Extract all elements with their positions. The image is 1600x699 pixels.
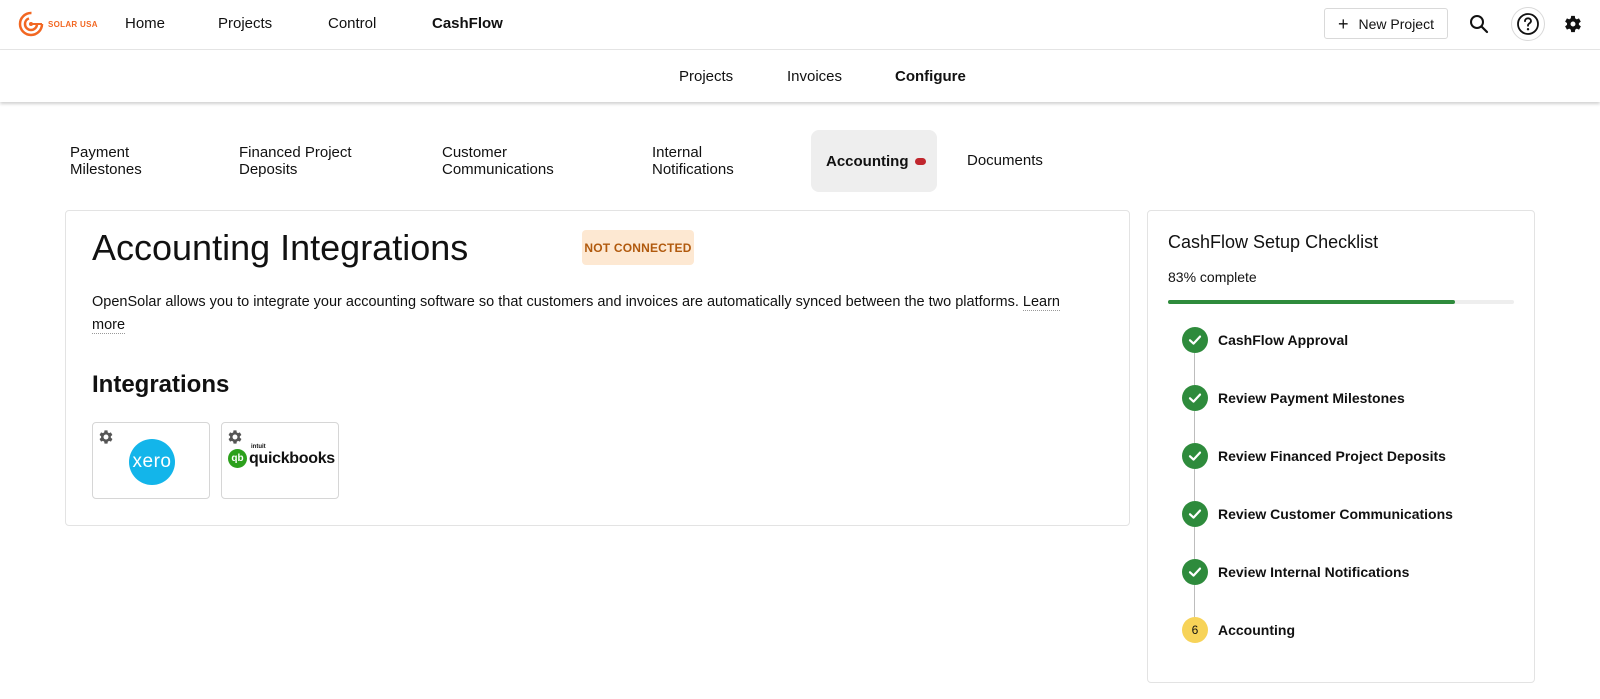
intuit-text: intuit — [251, 443, 266, 450]
tab-accounting[interactable]: Accounting — [811, 130, 937, 192]
tab-label-line1: Payment — [70, 144, 130, 161]
check-icon — [1182, 559, 1208, 585]
tab-documents[interactable]: Documents — [967, 152, 1043, 169]
quickbooks-wordmark: intuit quickbooks — [249, 444, 335, 468]
subnav-projects[interactable]: Projects — [679, 68, 733, 85]
check-icon — [1182, 327, 1208, 353]
settings-button[interactable] — [1559, 10, 1587, 38]
sub-navigation: Projects Invoices Configure — [0, 50, 1600, 102]
attention-dot — [914, 157, 926, 165]
logo-text: SOLAR USA — [48, 19, 98, 29]
tab-label-line1: Internal — [652, 144, 703, 161]
checklist-step[interactable]: Review Payment Milestones — [1182, 385, 1502, 411]
plus-icon: + — [1338, 13, 1349, 34]
top-navigation: SOLAR USA Home Projects Control CashFlow… — [0, 0, 1600, 50]
new-project-button[interactable]: + New Project — [1324, 8, 1448, 39]
step-label: Accounting — [1218, 622, 1295, 638]
tab-label-line2: Notifications — [652, 161, 734, 178]
step-label: Review Internal Notifications — [1218, 564, 1410, 580]
quickbooks-mark-icon: qb — [228, 449, 247, 468]
step-connector — [1194, 469, 1195, 501]
tab-label: Accounting — [826, 152, 909, 170]
check-icon — [1182, 501, 1208, 527]
checklist-step[interactable]: Review Financed Project Deposits — [1182, 443, 1502, 469]
search-button[interactable] — [1466, 11, 1492, 37]
gear-icon[interactable] — [97, 428, 115, 446]
progress-bar-fill — [1168, 300, 1456, 304]
xero-logo-text: xero — [132, 451, 172, 472]
quickbooks-logo: qb intuit quickbooks — [228, 444, 335, 468]
check-icon — [1182, 385, 1208, 411]
step-connector — [1194, 353, 1195, 385]
nav-projects[interactable]: Projects — [218, 15, 272, 32]
step-label: Review Financed Project Deposits — [1218, 448, 1446, 464]
step-connector — [1194, 585, 1195, 617]
setup-checklist-card: CashFlow Setup Checklist 83% complete Ca… — [1147, 210, 1535, 683]
step-connector — [1194, 527, 1195, 559]
nav-home[interactable]: Home — [125, 15, 165, 32]
step-number-badge: 6 — [1182, 617, 1208, 643]
checklist-title: CashFlow Setup Checklist — [1168, 232, 1379, 252]
tab-label-line1: Customer — [442, 144, 508, 161]
status-badge: NOT CONNECTED — [582, 230, 694, 265]
checklist-percent: 83% complete — [1168, 269, 1257, 285]
checklist-step[interactable]: 6 Accounting — [1182, 617, 1502, 643]
step-label: CashFlow Approval — [1218, 332, 1349, 348]
integrations-heading: Integrations — [92, 371, 230, 398]
tab-label-line1: Financed Project — [239, 144, 352, 161]
nav-control[interactable]: Control — [328, 15, 376, 32]
tab-internal-notifications[interactable]: Internal Notifications — [652, 144, 734, 178]
subnav-invoices[interactable]: Invoices — [787, 68, 842, 85]
new-project-label: New Project — [1358, 15, 1434, 32]
solar-logo-icon — [18, 11, 44, 37]
checklist-step[interactable]: Review Customer Communications — [1182, 501, 1502, 527]
nav-cashflow[interactable]: CashFlow — [432, 15, 503, 32]
tab-label-line2: Milestones — [70, 161, 142, 178]
tab-customer-communications[interactable]: Customer Communications — [442, 144, 554, 178]
step-connector — [1194, 411, 1195, 443]
subnav-configure[interactable]: Configure — [895, 68, 966, 85]
help-button[interactable] — [1511, 7, 1545, 41]
tab-label: Documents — [967, 152, 1043, 169]
check-icon — [1182, 443, 1208, 469]
xero-logo: xero — [129, 439, 175, 485]
tab-financed-project-deposits[interactable]: Financed Project Deposits — [239, 144, 352, 178]
description: OpenSolar allows you to integrate your a… — [92, 291, 1092, 337]
step-label: Review Customer Communications — [1218, 506, 1453, 522]
checklist-step[interactable]: Review Internal Notifications — [1182, 559, 1502, 585]
gear-icon[interactable] — [226, 428, 244, 446]
checklist-step[interactable]: CashFlow Approval — [1182, 327, 1502, 353]
help-icon — [1517, 13, 1539, 35]
integration-tile-quickbooks[interactable]: qb intuit quickbooks — [221, 422, 339, 499]
quickbooks-text: quickbooks — [249, 449, 335, 467]
brand-logo[interactable]: SOLAR USA — [18, 9, 98, 39]
page-title: Accounting Integrations — [92, 227, 469, 268]
integration-tile-xero[interactable]: xero — [92, 422, 210, 499]
step-label: Review Payment Milestones — [1218, 390, 1405, 406]
description-text: OpenSolar allows you to integrate your a… — [92, 294, 1019, 310]
tab-label-line2: Communications — [442, 161, 554, 178]
tab-payment-milestones[interactable]: Payment Milestones — [70, 144, 142, 178]
progress-bar — [1168, 300, 1514, 304]
accounting-integrations-card: Accounting Integrations NOT CONNECTED Op… — [65, 210, 1130, 526]
tab-label-line2: Deposits — [239, 161, 298, 178]
search-icon — [1470, 15, 1489, 34]
gear-icon — [1565, 15, 1581, 33]
